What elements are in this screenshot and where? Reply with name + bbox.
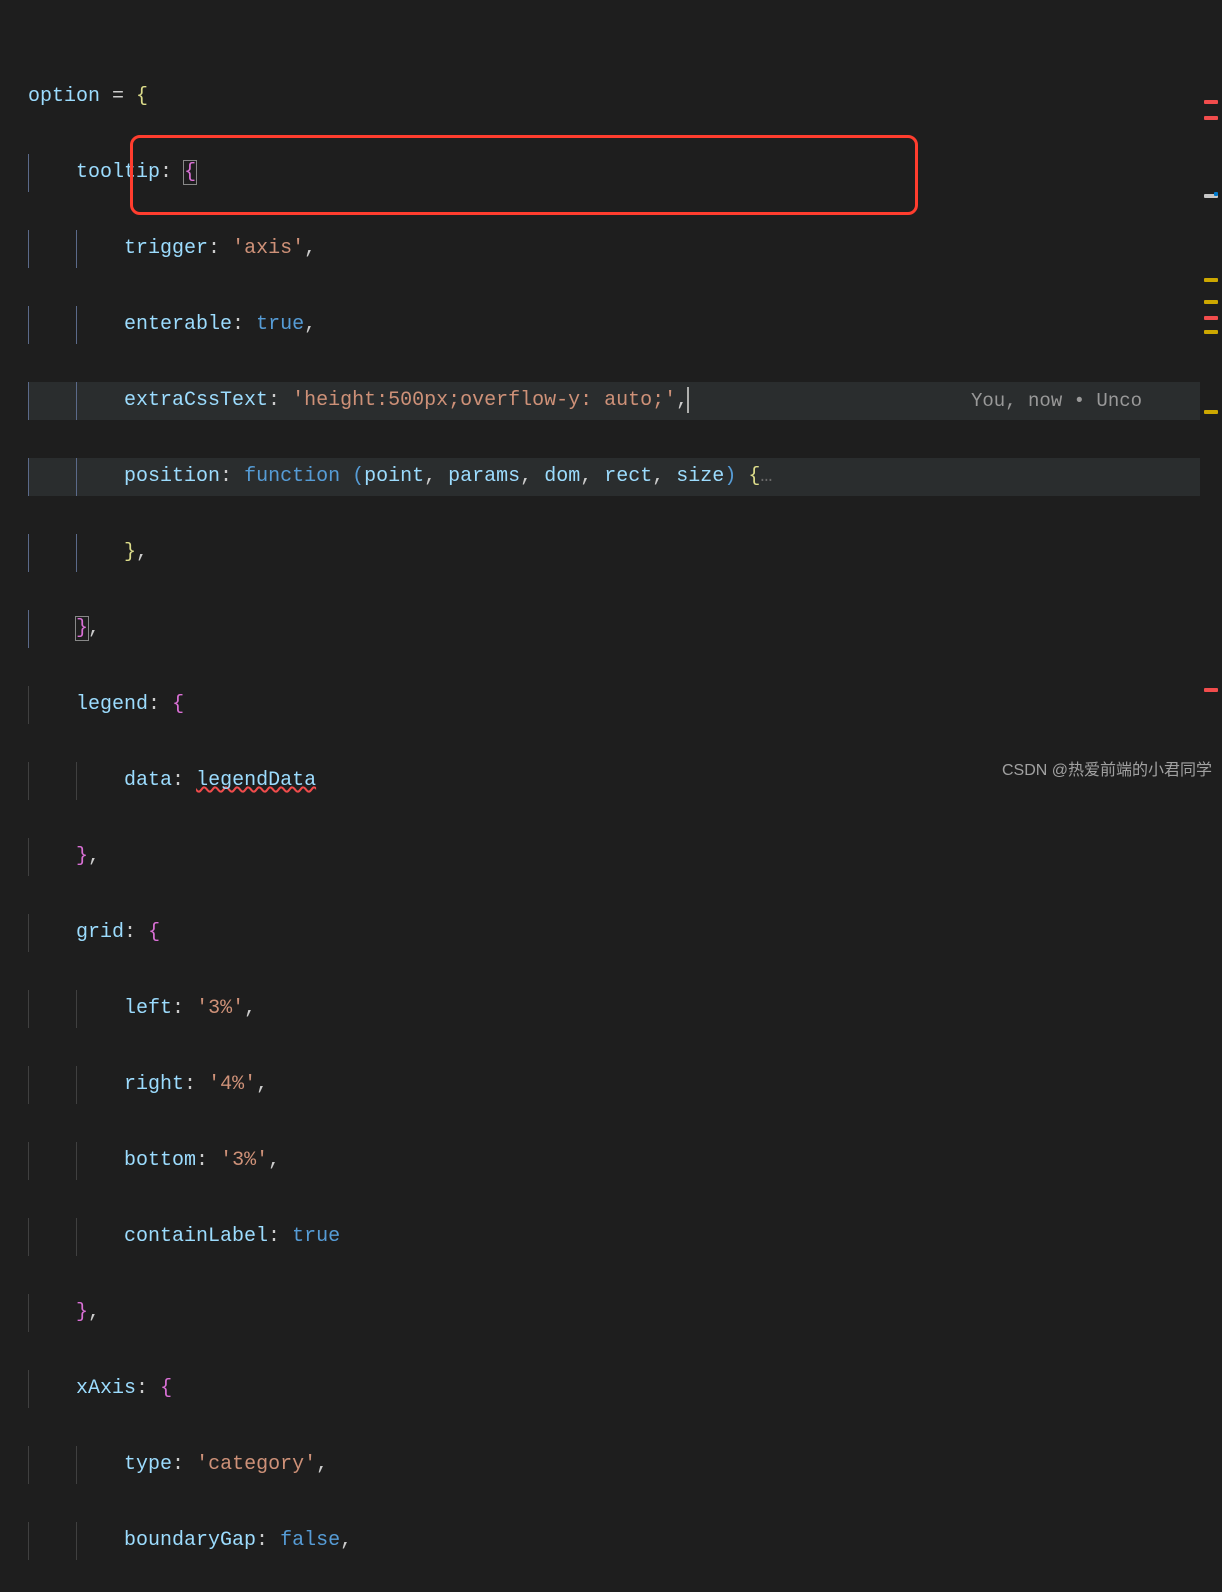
minimap[interactable] [1200, 0, 1222, 796]
code-line[interactable]: }, [28, 838, 1222, 876]
string-axis: 'axis' [232, 237, 304, 260]
code-line[interactable]: grid: { [28, 914, 1222, 952]
prop-legend: legend [76, 693, 148, 716]
git-blame-annotation: You, now • Unco [971, 382, 1142, 420]
code-line[interactable]: right: '4%', [28, 1066, 1222, 1104]
code-line[interactable]: }, [28, 1294, 1222, 1332]
minimap-error-marker[interactable] [1204, 100, 1218, 104]
prop-trigger: trigger [124, 237, 208, 260]
code-line[interactable]: option = { [28, 78, 1222, 116]
code-line-current[interactable]: extraCssText: 'height:500px;overflow-y: … [28, 382, 1222, 420]
prop-position: position [124, 465, 220, 488]
code-line[interactable]: trigger: 'axis', [28, 230, 1222, 268]
code-line[interactable]: containLabel: true [28, 1218, 1222, 1256]
fold-ellipsis-icon[interactable]: … [760, 465, 772, 488]
minimap-warning-marker[interactable] [1204, 278, 1218, 282]
code-line[interactable]: legend: { [28, 686, 1222, 724]
prop-data: data [124, 769, 172, 792]
prop-right: right [124, 1073, 184, 1096]
const-true: true [256, 313, 304, 336]
prop-type: type [124, 1453, 172, 1476]
code-editor[interactable]: option = { tooltip: { trigger: 'axis', e… [0, 0, 1222, 1592]
minimap-error-marker[interactable] [1204, 316, 1218, 320]
prop-left: left [124, 997, 172, 1020]
prop-containLabel: containLabel [124, 1225, 268, 1248]
code-line[interactable]: }, [28, 534, 1222, 572]
prop-bottom: bottom [124, 1149, 196, 1172]
code-line[interactable]: left: '3%', [28, 990, 1222, 1028]
minimap-error-marker[interactable] [1204, 688, 1218, 692]
code-line[interactable]: type: 'category', [28, 1446, 1222, 1484]
minimap-warning-marker[interactable] [1204, 330, 1218, 334]
code-line[interactable]: xAxis: { [28, 1370, 1222, 1408]
prop-grid: grid [76, 921, 124, 944]
code-line[interactable]: position: function (point, params, dom, … [28, 458, 1222, 496]
string-extraCss: 'height:500px;overflow-y: auto;' [292, 389, 676, 412]
prop-boundaryGap: boundaryGap [124, 1529, 256, 1552]
code-line[interactable]: enterable: true, [28, 306, 1222, 344]
minimap-error-marker[interactable] [1204, 116, 1218, 120]
prop-xAxis: xAxis [76, 1377, 136, 1400]
code-line[interactable]: boundaryGap: false, [28, 1522, 1222, 1560]
minimap-warning-marker[interactable] [1204, 300, 1218, 304]
variable-legendData: legendData [196, 769, 316, 792]
keyword-function: function [244, 465, 340, 488]
variable-option: option [28, 85, 100, 108]
code-line[interactable]: }, [28, 610, 1222, 648]
minimap-modified-marker[interactable] [1214, 192, 1218, 196]
prop-extraCssText: extraCssText [124, 389, 268, 412]
code-line[interactable]: bottom: '3%', [28, 1142, 1222, 1180]
prop-tooltip: tooltip [76, 161, 160, 184]
prop-enterable: enterable [124, 313, 232, 336]
text-cursor [687, 387, 689, 413]
minimap-warning-marker[interactable] [1204, 410, 1218, 414]
code-line[interactable]: tooltip: { [28, 154, 1222, 192]
watermark-text: CSDN @热爱前端的小君同学 [1002, 752, 1212, 790]
